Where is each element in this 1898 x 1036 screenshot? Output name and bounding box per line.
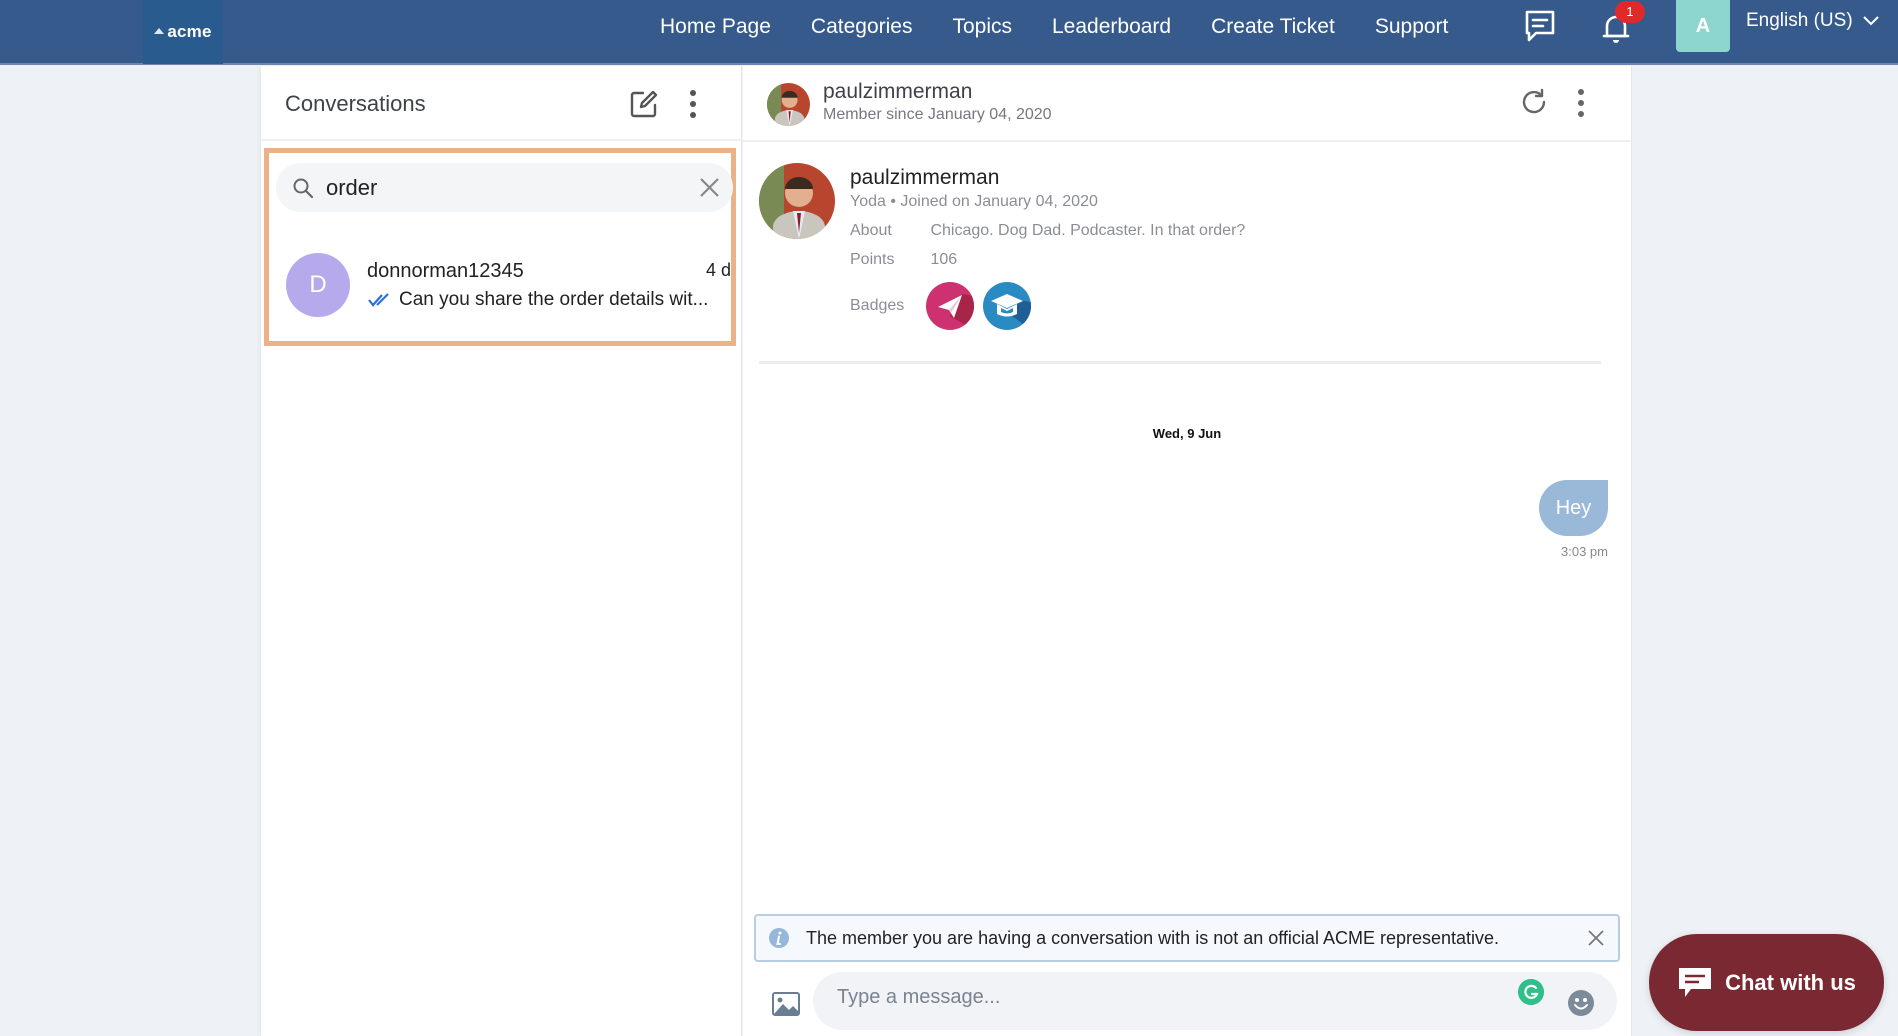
chat-user-name[interactable]: paulzimmerman [823,80,972,104]
refresh-icon[interactable] [1519,87,1549,117]
profile-points-row: Points 106 [850,251,957,269]
paper-plane-icon [938,294,974,330]
top-navigation: acme Home Page Categories Topics Leaderb… [0,0,1898,65]
search-input[interactable] [326,174,686,201]
logo-mark-icon [154,28,165,34]
chat-panel: paulzimmerman Member since January 04, 2… [743,66,1632,1036]
profile-rank-joined: Yoda • Joined on January 04, 2020 [850,193,1098,210]
conversation-time: 4 d [705,260,731,280]
nav-leaderboard[interactable]: Leaderboard [1052,15,1171,39]
emoji-icon[interactable] [1567,989,1595,1017]
language-select[interactable]: English (US) [1746,10,1879,32]
chat-with-us-label: Chat with us [1725,969,1856,995]
search-icon [293,178,314,198]
profile-divider [759,361,1601,364]
chat-more-options-icon[interactable] [1575,87,1587,119]
graduation-cap-icon [991,294,1031,330]
language-label: English (US) [1746,10,1853,31]
conversation-list-item[interactable]: D donnorman12345 4 d Can you share the o… [274,243,731,327]
message-time: 3:03 pm [1561,544,1608,559]
chat-with-us-button[interactable]: Chat with us [1649,934,1884,1031]
badges-label: Badges [850,297,905,314]
paper-plane-badge[interactable] [926,282,974,330]
conversation-preview-text: Can you share the order details wit... [399,289,709,310]
messages-icon[interactable] [1522,8,1558,44]
conversation-preview: Can you share the order details wit... [367,289,708,311]
conversation-search[interactable] [276,163,733,212]
grammarly-icon[interactable] [1518,979,1544,1005]
chat-header: paulzimmerman Member since January 04, 2… [743,66,1631,142]
conversation-name: donnorman12345 [367,260,524,282]
message-bubble: Hey [1539,480,1608,536]
info-icon [769,928,789,948]
profile-avatar[interactable] [759,163,835,239]
nav-create-ticket[interactable]: Create Ticket [1211,15,1335,39]
close-icon[interactable] [1586,928,1606,948]
points-label: Points [850,251,895,268]
about-value: Chicago. Dog Dad. Podcaster. In that ord… [930,222,1246,239]
date-separator: Wed, 9 Jun [1152,426,1222,441]
profile-badges-row: Badges [850,297,926,315]
info-banner-text: The member you are having a conversation… [806,927,1500,948]
about-label: About [850,222,892,239]
chat-bubble-icon [1679,967,1712,997]
conversation-avatar: D [286,253,350,317]
profile-about-row: About Chicago. Dog Dad. Podcaster. In th… [850,222,1245,240]
chat-user-avatar[interactable] [767,83,810,126]
conversations-panel: Conversations D donnorman12345 4 d [261,66,742,1036]
nav-topics[interactable]: Topics [952,15,1012,39]
graduation-cap-badge[interactable] [983,282,1031,330]
nav-categories[interactable]: Categories [811,15,913,39]
image-attach-icon[interactable] [772,992,800,1016]
message-composer[interactable] [813,972,1617,1030]
acme-logo[interactable]: acme [143,0,223,64]
message-input[interactable] [837,986,1497,1009]
chevron-down-icon [1862,16,1879,26]
more-options-icon[interactable] [687,88,699,120]
info-banner: The member you are having a conversation… [754,914,1620,962]
nav-support[interactable]: Support [1375,15,1449,39]
profile-name[interactable]: paulzimmerman [850,166,999,190]
chat-user-member-since: Member since January 04, 2020 [823,106,1052,123]
notification-count-badge: 1 [1615,1,1645,23]
search-results-highlight: D donnorman12345 4 d Can you share the o… [264,148,736,346]
conversations-header: Conversations [261,66,741,141]
clear-search-icon[interactable] [698,176,721,199]
user-avatar[interactable]: A [1676,0,1730,52]
double-check-icon [368,293,389,307]
nav-home-page[interactable]: Home Page [660,15,771,39]
conversations-title: Conversations [285,91,426,116]
points-value: 106 [930,251,958,268]
profile-photo-icon [759,163,835,239]
compose-icon[interactable] [629,89,659,119]
nav-links: Home Page Categories Topics Leaderboard … [660,0,1488,54]
logo-text: acme [167,22,212,41]
user-photo-icon [767,83,810,126]
